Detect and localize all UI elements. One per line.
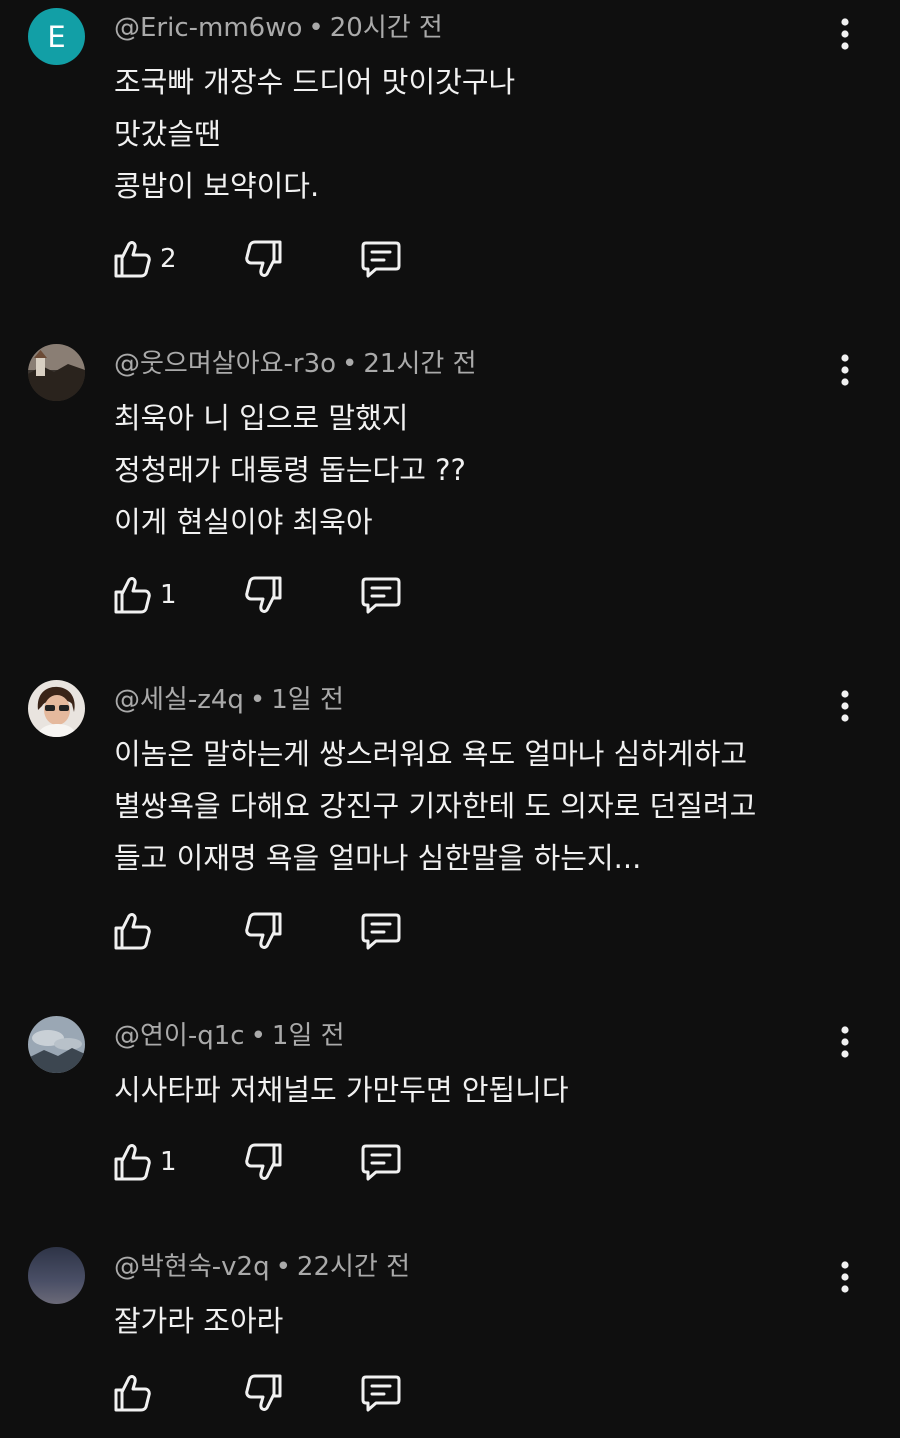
avatar-image xyxy=(28,344,85,401)
meta-separator: • xyxy=(342,349,358,379)
comment-text: 시사타파 저채널도 가만두면 안됩니다 xyxy=(114,1064,569,1116)
more-vertical-icon[interactable] xyxy=(830,1257,860,1297)
comment-meta: @세실-z4q • 1일 전 xyxy=(114,682,344,718)
reply-button[interactable] xyxy=(360,909,402,953)
comment-timestamp[interactable]: 1일 전 xyxy=(271,685,344,715)
comment-timestamp[interactable]: 1일 전 xyxy=(272,1021,345,1051)
reply-icon xyxy=(361,241,401,278)
meta-separator: • xyxy=(308,13,324,43)
comment-meta: @웃으며살아요-r3o • 21시간 전 xyxy=(114,346,477,382)
comment-author-handle[interactable]: @연이-q1c xyxy=(114,1021,245,1051)
avatar-image xyxy=(28,680,85,737)
avatar-image xyxy=(28,1016,85,1073)
comment-actions xyxy=(112,909,412,953)
comment-author-handle[interactable]: @Eric-mm6wo xyxy=(114,13,302,43)
comment-author-handle[interactable]: @세실-z4q xyxy=(114,685,244,715)
more-vertical-icon[interactable] xyxy=(830,1022,860,1062)
comment-text-line: 콩밥이 보약이다. xyxy=(114,169,320,203)
dislike-button[interactable] xyxy=(244,573,284,617)
avatar[interactable] xyxy=(28,1016,85,1073)
more-vertical-icon[interactable] xyxy=(830,14,860,54)
avatar-image xyxy=(28,1247,85,1304)
dislike-button[interactable] xyxy=(244,237,284,281)
comment-timestamp[interactable]: 20시간 전 xyxy=(330,13,443,43)
reply-icon xyxy=(361,1375,401,1412)
like-count: 1 xyxy=(160,1147,177,1177)
comment-text-line: 조국빠 개장수 드디어 맛이갓구나 xyxy=(114,65,516,99)
reply-button[interactable] xyxy=(360,573,402,617)
thumbs-down-icon xyxy=(245,1374,282,1411)
comment-item: E @Eric-mm6wo • 20시간 전 조국빠 개장수 드디어 맛이갓구나 맛… xyxy=(0,0,900,300)
thumbs-up-icon xyxy=(114,577,151,614)
meta-separator: • xyxy=(249,685,266,715)
thumbs-up-icon xyxy=(114,241,151,278)
like-button[interactable]: 1 xyxy=(112,1140,202,1184)
comment-actions: 1 xyxy=(112,573,412,617)
like-button[interactable]: 2 xyxy=(112,237,202,281)
reply-icon xyxy=(361,1144,401,1181)
comment-text-line: 맛갔슬땐 xyxy=(114,117,221,151)
thumbs-up-icon xyxy=(114,1375,151,1412)
thumbs-down-icon xyxy=(245,240,282,277)
comment-text: 잘가라 조아라 xyxy=(114,1295,283,1347)
comment-author-handle[interactable]: @박현숙-v2q xyxy=(114,1252,270,1282)
comment-item: @웃으며살아요-r3o • 21시간 전 최욱아 니 입으로 말했지 정청래가 대통… xyxy=(0,336,900,636)
reply-button[interactable] xyxy=(360,1371,402,1415)
comment-meta: @연이-q1c • 1일 전 xyxy=(114,1018,345,1054)
comment-item: @연이-q1c • 1일 전 시사타파 저채널도 가만두면 안됩니다 1 xyxy=(0,1008,900,1208)
comment-text: 이놈은 말하는게 쌍스러워요 욕도 얼마나 심하게하고 별쌍욕을 다해요 강진구… xyxy=(114,728,756,884)
comment-author-handle[interactable]: @웃으며살아요-r3o xyxy=(114,349,336,379)
comment-text-line: 정청래가 대통령 돕는다고 ?? xyxy=(114,453,466,487)
like-count: 1 xyxy=(160,580,177,610)
comment-actions xyxy=(112,1371,412,1415)
like-button[interactable] xyxy=(112,909,202,953)
thumbs-down-icon xyxy=(245,576,282,613)
dislike-button[interactable] xyxy=(244,1140,284,1184)
reply-icon xyxy=(361,577,401,614)
comment-text: 최욱아 니 입으로 말했지 정청래가 대통령 돕는다고 ?? 이게 현실이야 최… xyxy=(114,392,466,548)
comment-meta: @Eric-mm6wo • 20시간 전 xyxy=(114,10,443,46)
thumbs-up-icon xyxy=(114,1144,151,1181)
avatar[interactable] xyxy=(28,1247,85,1304)
comment-actions: 2 xyxy=(112,237,412,281)
comment-text-line: 최욱아 니 입으로 말했지 xyxy=(114,401,409,435)
comment-item: @박현숙-v2q • 22시간 전 잘가라 조아라 xyxy=(0,1239,900,1438)
comment-text-line: 시사타파 저채널도 가만두면 안됩니다 xyxy=(114,1073,569,1107)
more-vertical-icon[interactable] xyxy=(830,350,860,390)
avatar[interactable] xyxy=(28,344,85,401)
meta-separator: • xyxy=(275,1252,291,1282)
reply-button[interactable] xyxy=(360,1140,402,1184)
comment-text-line: 이게 현실이야 최욱아 xyxy=(114,505,373,539)
avatar[interactable]: E xyxy=(28,8,85,65)
reply-button[interactable] xyxy=(360,237,402,281)
thumbs-down-icon xyxy=(245,1143,282,1180)
reply-icon xyxy=(361,913,401,950)
like-button[interactable] xyxy=(112,1371,202,1415)
thumbs-down-icon xyxy=(245,912,282,949)
comment-text-line: 별쌍욕을 다해요 강진구 기자한테 도 의자로 던질려고 xyxy=(114,789,757,823)
comment-text-line: 들고 이재명 욕을 얼마나 심한말을 하는지... xyxy=(114,841,642,875)
avatar[interactable] xyxy=(28,680,85,737)
comment-timestamp[interactable]: 21시간 전 xyxy=(363,349,476,379)
dislike-button[interactable] xyxy=(244,909,284,953)
dislike-button[interactable] xyxy=(244,1371,284,1415)
more-vertical-icon[interactable] xyxy=(830,686,860,726)
comment-meta: @박현숙-v2q • 22시간 전 xyxy=(114,1249,410,1285)
comment-timestamp[interactable]: 22시간 전 xyxy=(297,1252,410,1282)
like-count: 2 xyxy=(160,244,177,274)
thumbs-up-icon xyxy=(114,913,151,950)
meta-separator: • xyxy=(250,1021,266,1051)
comment-item: @세실-z4q • 1일 전 이놈은 말하는게 쌍스러워요 욕도 얼마나 심하게하고… xyxy=(0,672,900,972)
comment-text: 조국빠 개장수 드디어 맛이갓구나 맛갔슬땐 콩밥이 보약이다. xyxy=(114,56,515,212)
comment-text-line: 이놈은 말하는게 쌍스러워요 욕도 얼마나 심하게하고 xyxy=(114,737,748,771)
like-button[interactable]: 1 xyxy=(112,573,202,617)
comment-text-line: 잘가라 조아라 xyxy=(114,1304,284,1338)
comment-actions: 1 xyxy=(112,1140,412,1184)
